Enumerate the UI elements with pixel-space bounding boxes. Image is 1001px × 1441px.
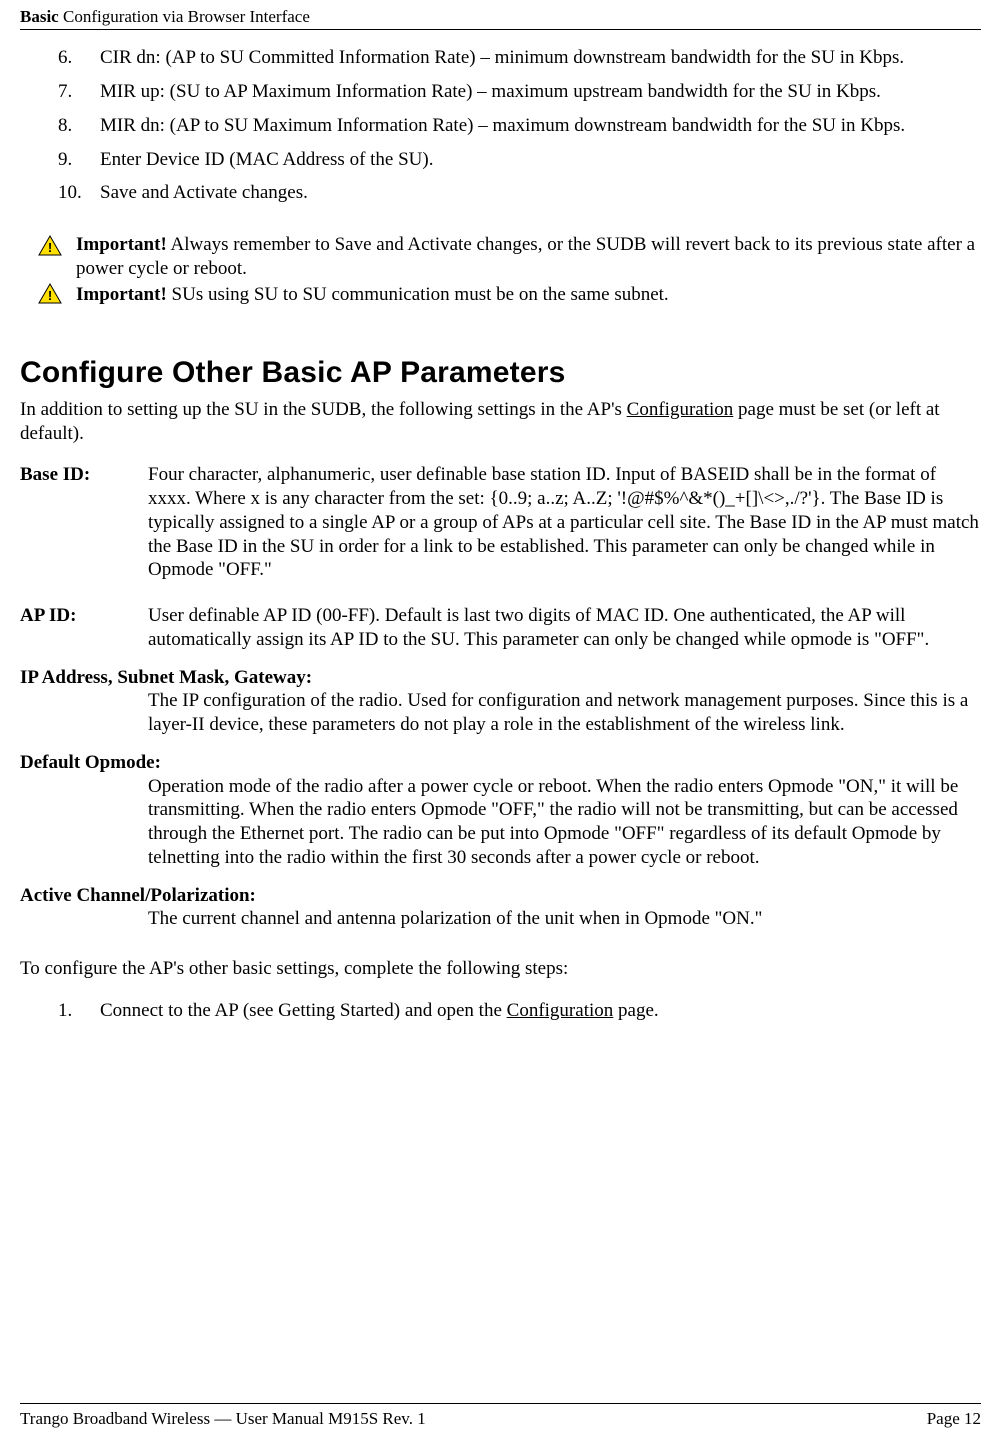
svg-text:!: ! [48,288,52,303]
important-label: Important! [76,284,167,305]
section-heading: Configure Other Basic AP Parameters [20,354,981,392]
page-footer: Trango Broadband Wireless — User Manual … [20,1403,981,1429]
def-body: The current channel and antenna polariza… [148,907,981,931]
steps-list: CIR dn: (AP to SU Committed Information … [60,46,981,205]
footer-left: Trango Broadband Wireless — User Manual … [20,1408,426,1429]
def-label: Active Channel/Polarization: [20,884,981,908]
important-note: Important! Always remember to Save and A… [76,233,981,281]
definition-baseid: Base ID: Four character, alphanumeric, u… [20,463,981,582]
footer-rule [20,1403,981,1404]
footer-right: Page 12 [927,1408,981,1429]
configure-intro: To configure the AP's other basic settin… [20,957,981,981]
definition-default-opmode: Default Opmode: Operation mode of the ra… [20,751,981,870]
list-item: Enter Device ID (MAC Address of the SU). [100,148,981,172]
def-label: AP ID: [20,604,148,652]
definition-active-channel: Active Channel/Polarization: The current… [20,884,981,932]
configure-steps: Connect to the AP (see Getting Started) … [60,999,981,1023]
list-item: Save and Activate changes. [100,181,981,205]
configuration-link: Configuration [627,399,734,420]
def-label: Base ID: [20,463,148,582]
important-text: SUs using SU to SU communication must be… [167,284,669,305]
warning-icon: ! [38,235,62,256]
def-body: The IP configuration of the radio. Used … [148,689,981,737]
important-text: Always remember to Save and Activate cha… [76,234,975,279]
def-body: Operation mode of the radio after a powe… [148,775,981,870]
page-header: Basic Configuration via Browser Interfac… [20,0,981,29]
definition-apid: AP ID: User definable AP ID (00-FF). Def… [20,604,981,652]
step-pre: Connect to the AP (see Getting Started) … [100,1000,507,1021]
step-post: page. [613,1000,658,1021]
def-label: Default Opmode: [20,751,981,775]
important-block: ! ! Important! Always remember to Save a… [20,233,981,306]
section-intro: In addition to setting up the SU in the … [20,398,981,446]
def-label: IP Address, Subnet Mask, Gateway: [20,666,981,690]
list-item: MIR dn: (AP to SU Maximum Information Ra… [100,114,981,138]
header-rest: Configuration via Browser Interface [59,7,310,26]
configuration-link: Configuration [507,1000,614,1021]
def-body: User definable AP ID (00-FF). Default is… [148,604,981,652]
def-body: Four character, alphanumeric, user defin… [148,463,981,582]
svg-text:!: ! [48,240,52,255]
warning-icon: ! [38,283,62,304]
list-item: Connect to the AP (see Getting Started) … [100,999,981,1023]
list-item: MIR up: (SU to AP Maximum Information Ra… [100,80,981,104]
header-bold: Basic [20,7,59,26]
important-label: Important! [76,234,167,255]
definition-ip: IP Address, Subnet Mask, Gateway: The IP… [20,666,981,737]
list-item: CIR dn: (AP to SU Committed Information … [100,46,981,70]
important-note: Important! SUs using SU to SU communicat… [76,283,981,307]
intro-pre: In addition to setting up the SU in the … [20,399,627,420]
